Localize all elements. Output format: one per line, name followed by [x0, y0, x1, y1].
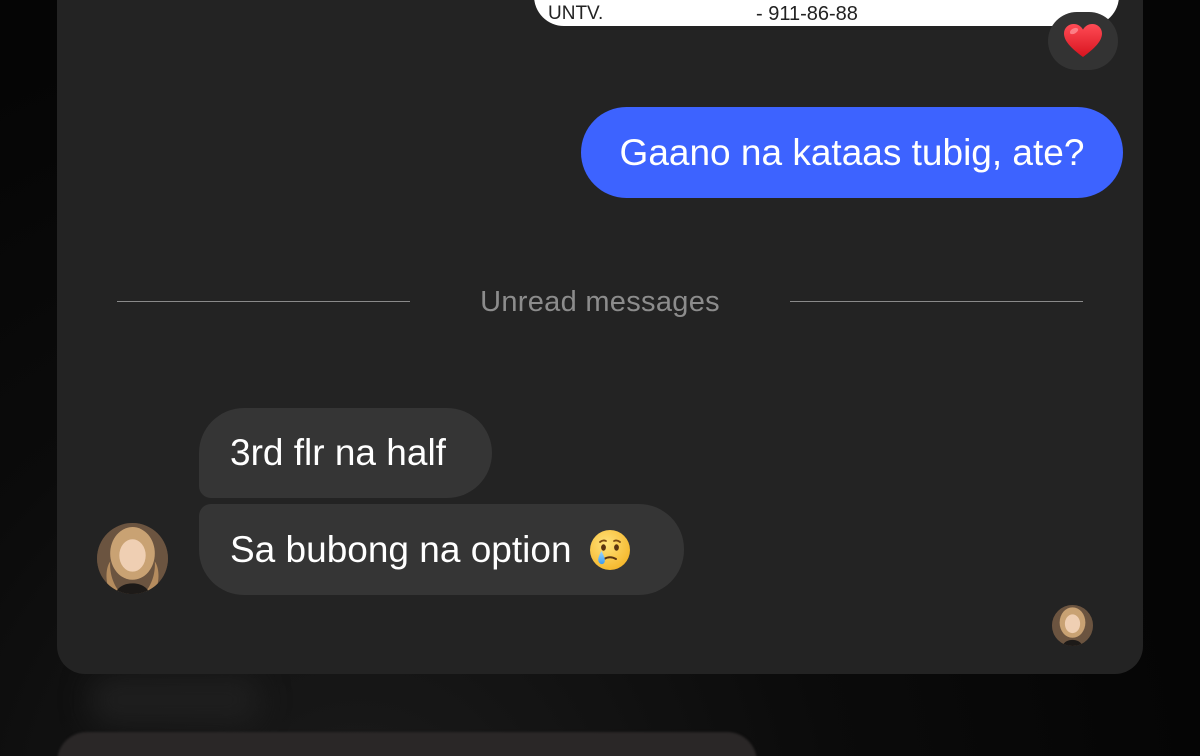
- background-blur: [90, 675, 260, 725]
- unread-messages-label: Unread messages: [480, 286, 720, 318]
- incoming-message-bubble[interactable]: 3rd flr na half: [199, 408, 492, 498]
- seen-receipt-avatar: [1052, 605, 1093, 646]
- chat-screen: UNTV. - 911-86-88 Gaano na kataas tubig,…: [0, 0, 1200, 756]
- divider-line-right: [790, 301, 1083, 302]
- incoming-message-text: 3rd flr na half: [230, 432, 446, 473]
- contact-avatar[interactable]: [97, 523, 168, 594]
- next-message-preview-blurred: [57, 732, 757, 756]
- shared-image-message[interactable]: UNTV. - 911-86-88: [534, 0, 1119, 26]
- seen-receipt-avatar-image: [1052, 605, 1093, 646]
- incoming-message-bubble[interactable]: Sa bubong na option: [199, 504, 684, 595]
- conversation-panel: UNTV. - 911-86-88 Gaano na kataas tubig,…: [57, 0, 1143, 674]
- divider-line-left: [117, 301, 410, 302]
- outgoing-message-bubble[interactable]: Gaano na kataas tubig, ate?: [581, 107, 1123, 198]
- contact-avatar-image: [97, 523, 168, 594]
- unread-messages-divider: Unread messages: [117, 280, 1083, 324]
- message-reaction[interactable]: [1048, 12, 1118, 70]
- incoming-message-text: Sa bubong na option: [230, 528, 572, 570]
- shared-image-phone-text: - 911-86-88: [756, 3, 858, 25]
- shared-image-source-text: UNTV.: [548, 3, 604, 24]
- outgoing-message-text: Gaano na kataas tubig, ate?: [619, 131, 1085, 173]
- crying-face-emoji-icon: [589, 529, 630, 570]
- red-heart-icon: [1064, 24, 1102, 57]
